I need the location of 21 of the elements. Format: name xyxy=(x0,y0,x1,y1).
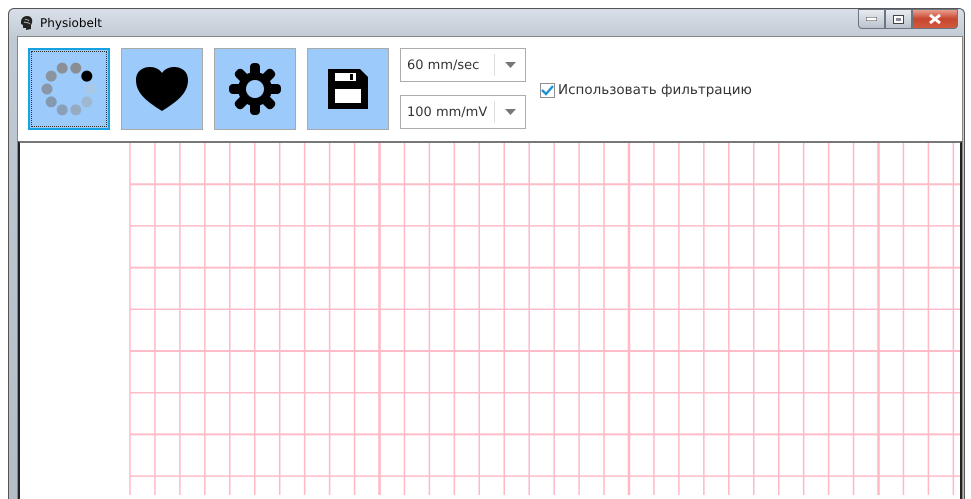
maximize-button[interactable] xyxy=(885,9,912,29)
speed-dropdown[interactable]: 60 mm/sec xyxy=(400,48,526,82)
close-button[interactable] xyxy=(912,9,958,29)
close-icon xyxy=(929,14,941,24)
settings-button[interactable] xyxy=(214,48,296,130)
heart-button[interactable] xyxy=(121,48,203,130)
dropdown-arrow-icon xyxy=(504,109,516,115)
minimize-button[interactable] xyxy=(858,9,885,29)
refresh-button[interactable] xyxy=(28,48,110,130)
heart-icon xyxy=(136,67,188,111)
window-title: Physiobelt xyxy=(40,16,103,30)
loading-spinner-icon xyxy=(40,60,98,118)
maximize-icon xyxy=(893,14,904,24)
filter-label: Использовать фильтрацию xyxy=(558,82,752,98)
brain-head-icon xyxy=(19,16,33,30)
gear-icon xyxy=(229,63,281,115)
gain-dropdown[interactable]: 100 mm/mV xyxy=(400,95,526,129)
save-button[interactable] xyxy=(307,48,389,130)
filter-checkbox[interactable] xyxy=(540,82,555,98)
dropdown-arrow-icon xyxy=(504,62,516,68)
minimize-icon xyxy=(866,17,877,21)
